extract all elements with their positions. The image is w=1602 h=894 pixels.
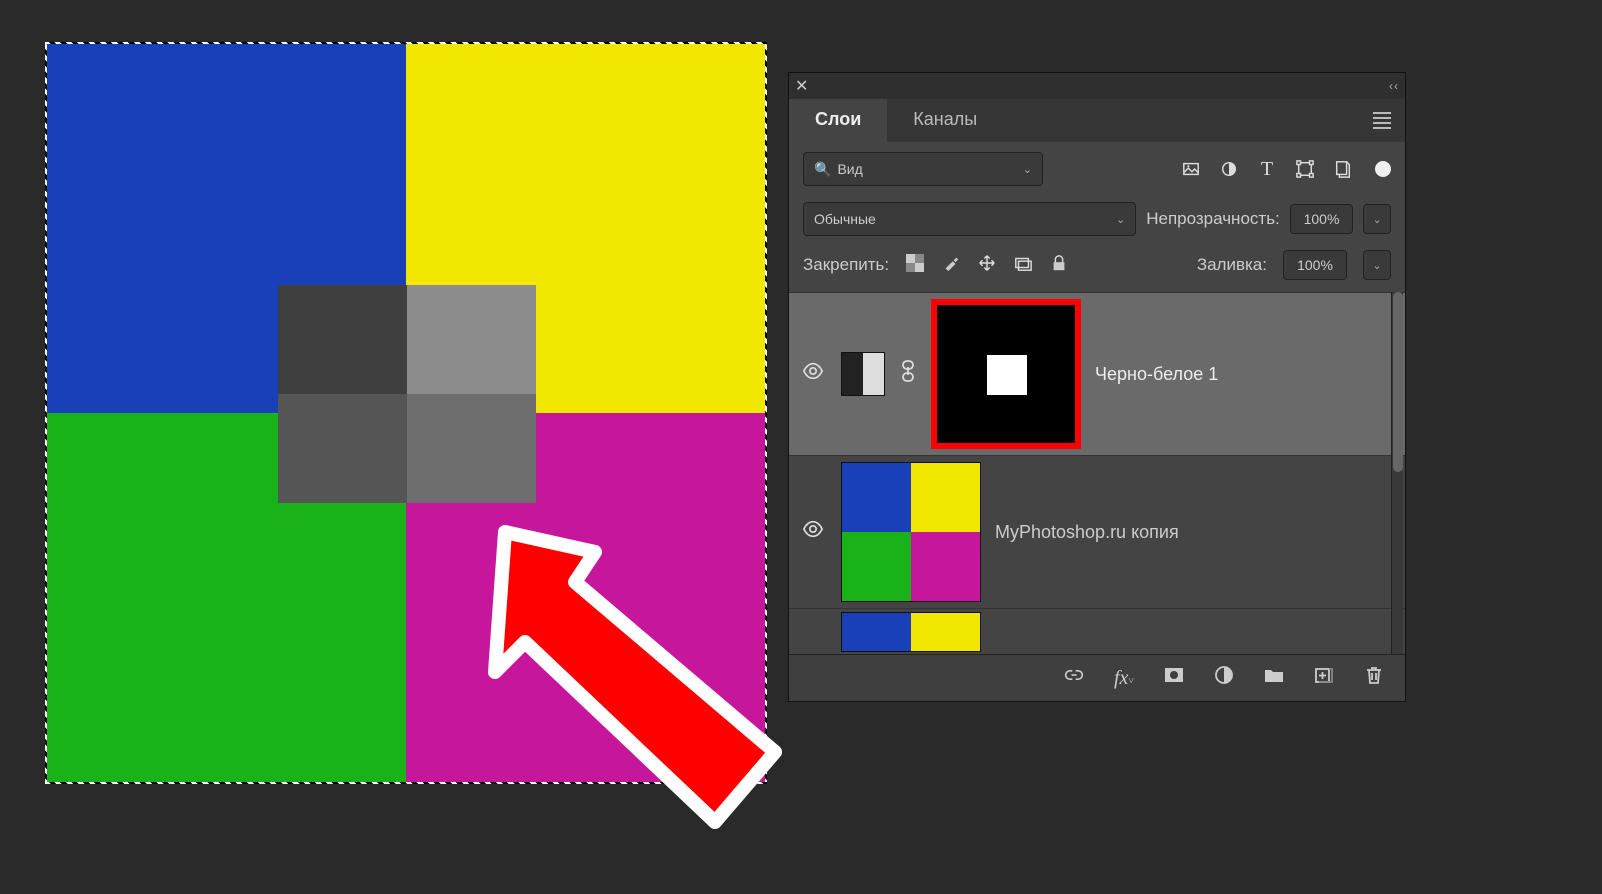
filter-icon-strip: T: [1181, 159, 1353, 179]
blend-mode-dropdown[interactable]: Обычные ⌄: [803, 202, 1136, 236]
lock-label: Закрепить:: [803, 255, 889, 275]
filter-pixel-icon[interactable]: [1181, 159, 1201, 179]
visibility-icon[interactable]: [799, 360, 827, 388]
filter-smart-icon[interactable]: [1333, 159, 1353, 179]
layers-scrollbar[interactable]: [1391, 292, 1403, 654]
lock-position-icon[interactable]: [977, 254, 997, 277]
scrollbar-thumb[interactable]: [1393, 292, 1403, 472]
visibility-icon[interactable]: [799, 518, 827, 546]
tab-channels[interactable]: Каналы: [887, 99, 1003, 142]
layer-row[interactable]: [789, 608, 1405, 654]
canvas-area[interactable]: [45, 42, 767, 784]
fill-slider-toggle[interactable]: ⌄: [1363, 250, 1391, 280]
fill-label: Заливка:: [1197, 255, 1267, 275]
layer-thumb[interactable]: [841, 612, 981, 652]
lock-all-icon[interactable]: [1049, 254, 1069, 277]
opacity-label: Непрозрачность:: [1146, 209, 1280, 229]
layer-row[interactable]: MyPhotoshop.ru копия: [789, 455, 1405, 608]
panel-menu-icon[interactable]: [1359, 99, 1405, 142]
blend-opacity-row: Обычные ⌄ Непрозрачность: 100% ⌄: [789, 196, 1405, 246]
new-layer-icon[interactable]: [1313, 665, 1335, 691]
layer-name[interactable]: Черно-белое 1: [1095, 364, 1218, 385]
layer-kind-dropdown[interactable]: 🔍 Вид ⌄: [803, 152, 1043, 186]
layer-row[interactable]: Черно-белое 1: [789, 292, 1405, 455]
layer-thumb[interactable]: [841, 462, 981, 602]
filter-shape-icon[interactable]: [1295, 159, 1315, 179]
opacity-value[interactable]: 100%: [1290, 204, 1353, 234]
panel-titlebar[interactable]: ✕ ‹‹: [789, 73, 1405, 99]
new-adjustment-icon[interactable]: [1213, 665, 1235, 691]
close-icon[interactable]: ✕: [795, 76, 808, 96]
collapse-icon[interactable]: ‹‹: [1389, 79, 1399, 93]
delete-layer-icon[interactable]: [1363, 665, 1385, 691]
add-mask-icon[interactable]: [1163, 665, 1185, 691]
lock-row: Закрепить: Заливка: 100% ⌄: [789, 246, 1405, 292]
canvas-bw-overlay: [278, 285, 536, 503]
new-group-icon[interactable]: [1263, 665, 1285, 691]
layer-mask-thumb[interactable]: [931, 299, 1081, 449]
tab-layers[interactable]: Слои: [789, 99, 887, 142]
layer-style-icon[interactable]: fx˅: [1113, 667, 1135, 690]
layers-panel: ✕ ‹‹ Слои Каналы 🔍 Вид ⌄ T: [788, 72, 1406, 702]
adjustment-thumb[interactable]: [841, 352, 885, 396]
blend-mode-value: Обычные: [814, 211, 876, 227]
panel-footer: fx˅: [789, 654, 1405, 701]
fill-value[interactable]: 100%: [1283, 250, 1347, 280]
filter-adjustment-icon[interactable]: [1219, 159, 1239, 179]
panel-tabs: Слои Каналы: [789, 99, 1405, 142]
lock-artboard-icon[interactable]: [1013, 254, 1033, 277]
chevron-down-icon: ⌄: [1116, 213, 1125, 226]
lock-pixels-icon[interactable]: [941, 254, 961, 277]
mask-link-icon[interactable]: [899, 359, 917, 389]
layer-name[interactable]: MyPhotoshop.ru копия: [995, 522, 1179, 543]
filter-row: 🔍 Вид ⌄ T: [789, 142, 1405, 196]
chevron-down-icon: ⌄: [1023, 163, 1032, 176]
layers-list: Черно-белое 1 MyPhotoshop.ru копия: [789, 292, 1405, 654]
link-layers-icon[interactable]: [1063, 665, 1085, 691]
layer-kind-value: Вид: [837, 161, 862, 177]
filter-text-icon[interactable]: T: [1257, 159, 1277, 179]
lock-transparency-icon[interactable]: [905, 254, 925, 277]
search-icon: 🔍: [814, 161, 831, 178]
filter-toggle[interactable]: [1375, 161, 1391, 177]
opacity-slider-toggle[interactable]: ⌄: [1363, 204, 1391, 234]
